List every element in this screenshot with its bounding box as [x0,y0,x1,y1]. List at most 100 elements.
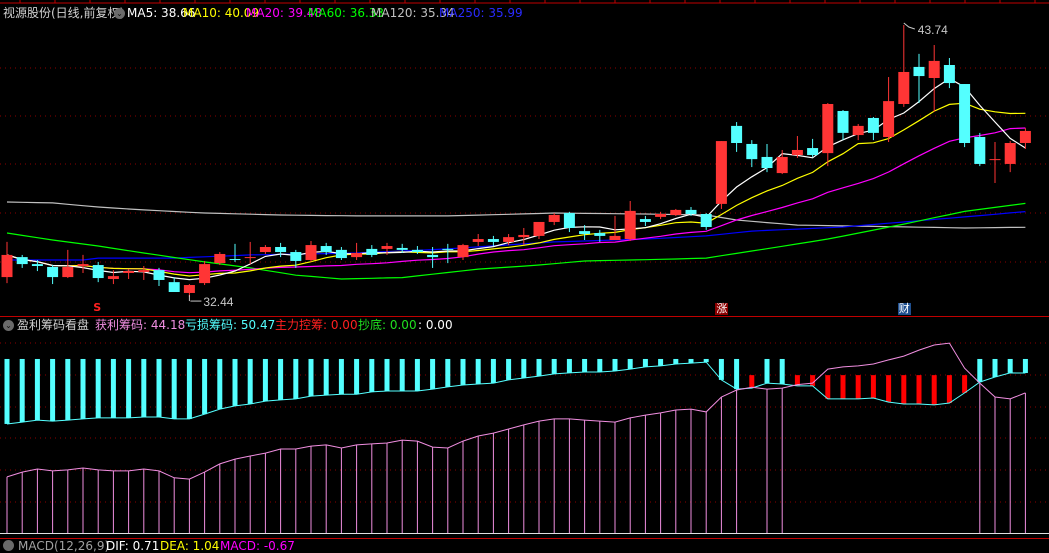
candle-body [594,233,606,236]
chip-indicator-panel [4,342,1028,533]
loss-chip-bar [80,358,86,419]
loss-chip-bar [338,358,344,395]
candle-body [411,249,423,253]
candle [700,213,712,230]
loss-chip-bar [445,358,451,387]
candle [791,136,803,158]
candle-body [548,214,560,222]
candle [852,123,864,141]
loss-chip-bar [186,358,192,419]
candle [259,245,271,254]
candle-body [77,264,89,267]
candle [898,25,910,107]
candle-body [381,246,393,249]
candle-body [92,265,104,279]
profit-over-loss-bar [901,375,907,404]
candle-body [229,259,241,261]
profit-over-loss-bar [825,375,831,399]
candle-body [943,64,955,84]
extra-value: : 0.00 [418,318,453,332]
loss-chip-bar [4,358,10,424]
loss-chip-bar [293,358,299,399]
loss-chip-bar [50,358,56,422]
profit-over-loss-bar [931,375,937,405]
loss-chip-bar [232,358,238,406]
candle [168,277,180,293]
loss-chip-bar [688,358,694,364]
event-marker[interactable]: 财 [897,303,911,315]
candle-body [1,254,13,278]
candle [62,249,74,279]
candle-body [457,245,469,258]
candle-body [138,270,150,273]
candle-body [685,209,697,215]
profit-over-loss-bar [962,375,968,393]
candle [655,211,667,220]
candlesticks[interactable] [1,25,1031,298]
profit-over-loss-bar [916,375,922,404]
loss-chip-bar [399,358,405,391]
candle [867,116,879,141]
profit-over-loss-bar [855,375,861,399]
loss-chip-bar [354,358,360,395]
candle [928,45,940,112]
candle-body [563,213,575,228]
event-marker[interactable]: 涨 [715,303,729,315]
chevron-down-icon[interactable]: ⌄ [114,8,125,19]
candle [639,215,651,227]
candle-body [503,237,515,242]
high-price-label: 43.74 [918,23,948,37]
loss-chip-bar [414,358,420,391]
candle-body [320,246,332,253]
candle-body [655,214,667,217]
macd-dif: DIF: 0.71 [106,539,160,553]
candle [305,240,317,262]
chevron-down-icon[interactable]: ⌄ [3,320,14,331]
candle-body [153,270,165,280]
loss-chip-bar [430,358,436,390]
stock-chart[interactable]: 43.74 32.44 [0,0,1049,546]
candle [943,58,955,89]
profit-over-loss-bar [870,375,876,398]
candle [913,53,925,104]
candle-body [214,253,226,264]
low-price-label: 32.44 [203,295,233,309]
loss-chip-bar [582,358,588,372]
loss-chip-bar [490,358,496,384]
candle-body [31,264,43,267]
candle [199,260,211,286]
loss-chip-bar [460,358,466,385]
candle [92,261,104,283]
candle-body [761,156,773,169]
loss-chip-bar [369,358,375,392]
loss-chip-bar [110,358,116,418]
event-marker[interactable]: S [92,302,102,314]
candle-body [518,234,530,238]
candle [153,267,165,286]
candle-body [305,245,317,260]
candle [761,143,773,173]
loss-chip-bar [642,358,648,367]
candle [807,138,819,157]
loss-chip-bar [718,358,724,380]
candle-body [898,71,910,104]
candle-body [959,84,971,143]
candle [974,132,986,167]
candle [670,208,682,216]
ma20-line [6,127,1026,274]
candle [335,246,347,260]
loss-chip-bar [521,358,527,378]
candle-body [107,276,119,280]
candle [47,265,59,285]
loss-chip-bar [141,358,147,417]
profit-over-loss-bar [810,375,816,386]
indicator-name: 盈利筹码看盘 [17,318,90,332]
loss-chip-bar [779,358,785,385]
loss-chip-bar [734,358,740,390]
candle [715,141,727,209]
loss-chip-bar [323,358,329,396]
loss-chip-bar [126,358,132,418]
loss-chip-bar [536,358,542,377]
candle [989,142,1001,183]
candle-body [624,210,636,240]
